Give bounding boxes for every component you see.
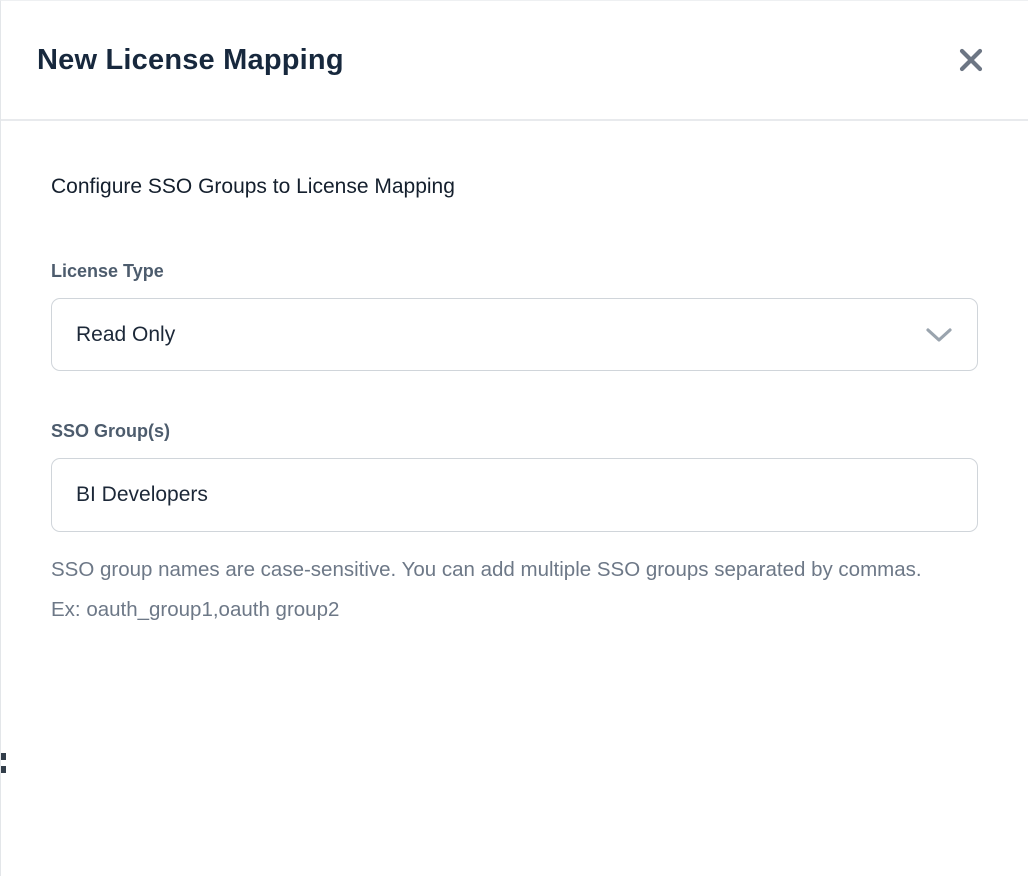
close-icon — [956, 45, 986, 75]
modal-body: Configure SSO Groups to License Mapping … — [1, 121, 1028, 630]
license-type-field: License Type Read Only — [51, 261, 978, 371]
license-type-select[interactable]: Read Only — [51, 298, 978, 371]
close-button[interactable] — [952, 41, 990, 79]
modal-subtitle: Configure SSO Groups to License Mapping — [51, 175, 978, 199]
background-artifact-bar — [1, 753, 6, 760]
license-type-selected-value: Read Only — [76, 323, 175, 347]
license-type-label: License Type — [51, 261, 978, 282]
new-license-mapping-modal: New License Mapping Configure SSO Groups… — [0, 0, 1028, 876]
sso-groups-input[interactable] — [51, 458, 978, 532]
sso-groups-label: SSO Group(s) — [51, 421, 978, 442]
background-artifact-bar — [1, 766, 6, 773]
sso-groups-field: SSO Group(s) SSO group names are case-se… — [51, 421, 978, 630]
modal-header: New License Mapping — [1, 1, 1028, 121]
chevron-down-icon — [925, 326, 953, 344]
background-artifact — [1, 753, 6, 783]
sso-groups-help-text: SSO group names are case-sensitive. You … — [51, 550, 931, 630]
modal-title: New License Mapping — [37, 44, 344, 77]
